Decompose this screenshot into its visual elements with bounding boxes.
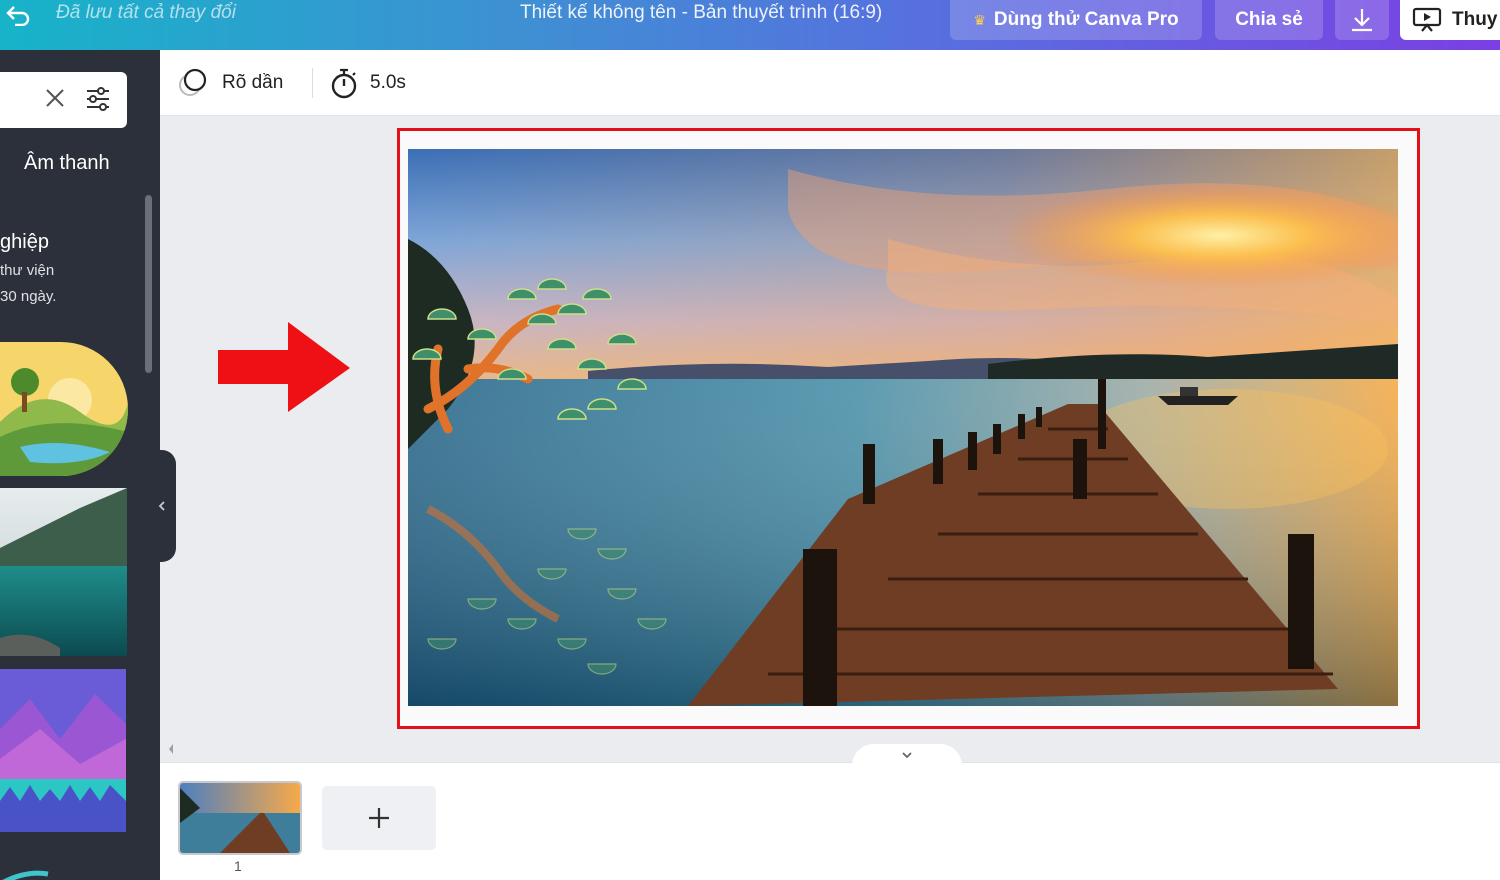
filter-icon[interactable] [84,85,112,113]
toggle-pages-button[interactable] [852,744,962,766]
transition-icon [179,68,207,96]
try-pro-label: Dùng thử Canva Pro [993,9,1179,30]
timing-button[interactable]: 5.0s [330,50,406,116]
search-input[interactable] [0,72,127,128]
duration-label: 5.0s [370,72,406,93]
promo-text: 30 ngày. [0,288,57,305]
editor-toolbar: Rõ dần 5.0s [160,50,1500,116]
promo-text: thư viện [0,262,55,279]
chevron-left-icon [158,501,165,511]
transition-label: Rõ dần [222,72,284,93]
add-page-button[interactable] [322,786,436,850]
download-button[interactable] [1335,0,1389,40]
page-thumbnail[interactable] [178,781,302,855]
sidebar-scrollbar[interactable] [145,195,152,373]
undo-button[interactable] [0,0,36,30]
share-label: Chia sẻ [1235,9,1303,30]
slide-canvas[interactable] [408,149,1398,706]
transition-button[interactable]: Rõ dần [178,50,283,116]
crown-icon: ♛ [973,11,986,28]
lake-pier-sunset-image [408,149,1398,706]
toolbar-divider [312,68,313,98]
side-panel: Âm thanh ghiệp thư viện 30 ngày. [0,50,160,880]
page-number: 1 [234,858,242,874]
top-bar: Đã lưu tất cả thay đổi Thiết kế không tê… [0,0,1500,50]
tab-audio[interactable]: Âm thanh [24,152,110,175]
collapse-panel-button[interactable] [148,450,176,562]
undo-icon [6,6,30,26]
close-icon[interactable] [44,87,66,109]
plus-icon [369,808,389,828]
landscape-illustration-thumbnail[interactable] [0,342,128,476]
red-arrow-annotation [218,322,350,412]
timer-icon [331,68,357,99]
mountain-illustration-thumbnail[interactable] [0,669,126,832]
try-canva-pro-button[interactable]: ♛ Dùng thử Canva Pro [950,0,1202,40]
scroll-left-icon[interactable] [166,742,176,756]
document-title[interactable]: Thiết kế không tên - Bản thuyết trình (1… [520,2,882,24]
partial-thumbnail[interactable] [0,856,60,880]
present-button[interactable]: Thuy [1400,0,1500,40]
chevron-down-icon [902,752,912,759]
present-label: Thuy [1452,9,1498,30]
download-icon [1352,9,1372,32]
promo-title: ghiệp [0,231,49,253]
share-button[interactable]: Chia sẻ [1215,0,1323,40]
save-status: Đã lưu tất cả thay đổi [56,2,236,23]
present-icon [1412,7,1442,32]
lake-photo-thumbnail[interactable] [0,488,127,656]
